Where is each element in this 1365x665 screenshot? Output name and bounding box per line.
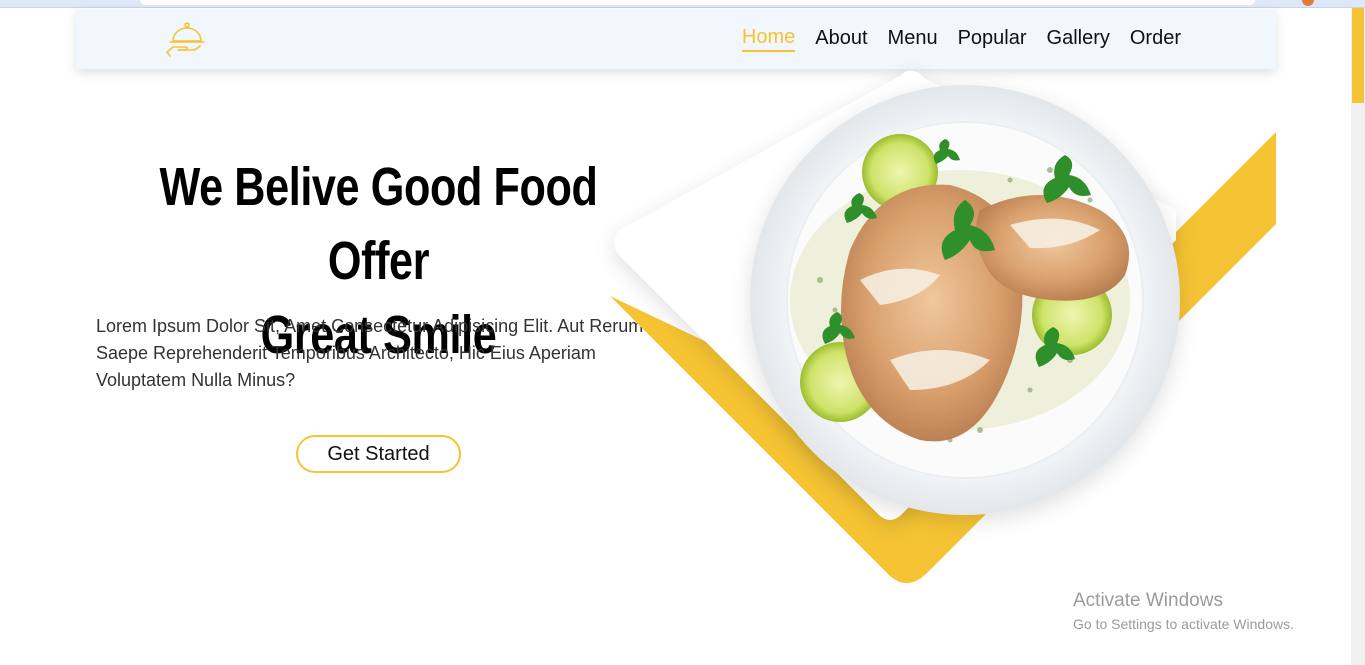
- nav-about[interactable]: About: [815, 28, 867, 51]
- profile-icon[interactable]: [1302, 0, 1314, 6]
- hero-description: Lorem Ipsum Dolor Sit, Amet Consectetur …: [96, 316, 644, 390]
- nav-gallery[interactable]: Gallery: [1047, 28, 1110, 51]
- watermark-line2: Go to Settings to activate Windows.: [1073, 616, 1294, 632]
- hero-food-image: [610, 70, 1276, 584]
- watermark-line1: Activate Windows: [1073, 590, 1223, 611]
- windows-activation-watermark: Activate Windows Go to Settings to activ…: [1073, 590, 1294, 634]
- address-bar[interactable]: [140, 0, 1255, 5]
- nav-order[interactable]: Order: [1130, 28, 1181, 51]
- get-started-button[interactable]: Get Started: [296, 435, 461, 473]
- nav-menu[interactable]: Menu: [888, 28, 938, 51]
- browser-top-strip: [0, 0, 1365, 8]
- serving-cloche-icon[interactable]: [164, 19, 208, 59]
- hero-title-line1: We Belive Good Food Offer: [159, 157, 598, 291]
- nav-home[interactable]: Home: [741, 27, 796, 52]
- scrollbar-thumb[interactable]: [1352, 8, 1364, 103]
- nav-popular[interactable]: Popular: [958, 28, 1027, 51]
- page-scrollbar[interactable]: [1351, 8, 1365, 665]
